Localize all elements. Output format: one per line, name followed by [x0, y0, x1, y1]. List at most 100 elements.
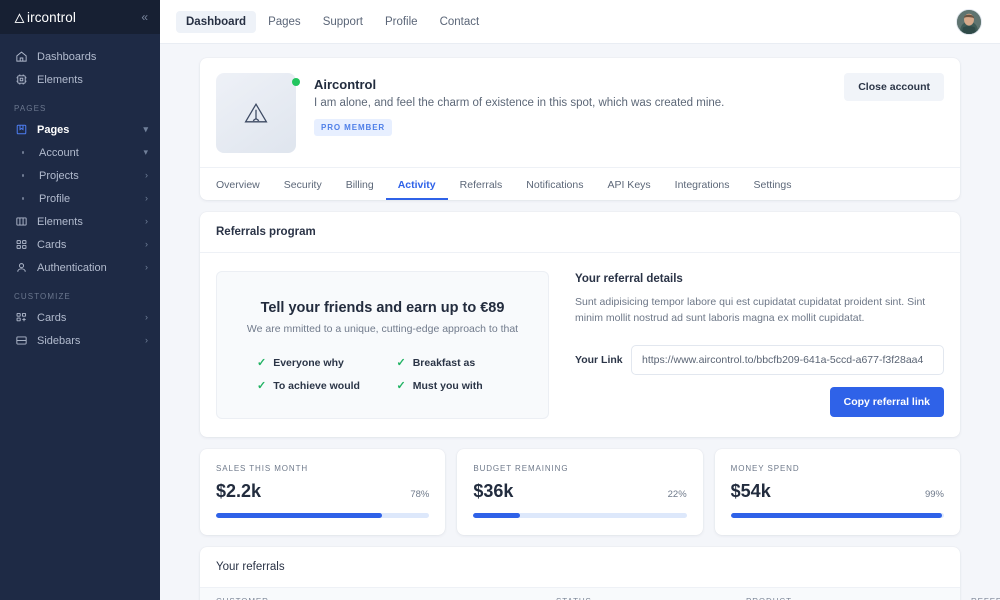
sidebar-item-label: Elements	[37, 216, 83, 228]
list-item: ✓ Breakfast as	[397, 357, 527, 369]
sidebar-item-pages[interactable]: Pages ▾	[0, 118, 160, 141]
stat-label: SALES THIS MONTH	[216, 464, 429, 473]
tab-notifications[interactable]: Notifications	[514, 180, 595, 201]
sidebar-item-label: Sidebars	[37, 335, 80, 347]
sidebar-item-dashboards[interactable]: Dashboards	[0, 45, 160, 68]
tab-dashboard[interactable]: Dashboard	[176, 11, 256, 33]
check-icon: ✓	[397, 381, 406, 392]
sidebar-item-authentication[interactable]: Authentication ›	[0, 256, 160, 279]
progress-fill	[216, 513, 382, 518]
sidebar-icon	[14, 334, 28, 348]
stat-value: $2.2k	[216, 482, 261, 500]
sidebar-item-label: Dashboards	[37, 51, 96, 63]
promo-feature-list: ✓ Everyone why ✓ Breakfast as ✓ To achie…	[239, 357, 526, 392]
your-referrals-card: Your referrals CUSTOMER STATUS PRODUCT R…	[200, 547, 960, 600]
sidebar-item-label: Authentication	[37, 262, 107, 274]
sidebar-nav: Dashboards Elements PAGES	[0, 34, 160, 352]
stat-label: BUDGET REMAINING	[473, 464, 686, 473]
tab-overview[interactable]: Overview	[216, 180, 272, 201]
stat-card-budget-remaining: BUDGET REMAINING $36k 22%	[457, 449, 702, 535]
stat-value: $54k	[731, 482, 771, 500]
brand-logo[interactable]: ircontrol	[14, 10, 76, 25]
tab-activity[interactable]: Activity	[386, 180, 448, 201]
sidebar-item-elements-pages[interactable]: Elements ›	[0, 210, 160, 233]
chevrons-left-icon[interactable]: «	[141, 11, 148, 23]
tab-security[interactable]: Security	[272, 180, 334, 201]
tab-integrations[interactable]: Integrations	[663, 180, 742, 201]
stat-percent: 99%	[925, 489, 944, 500]
chevron-down-icon[interactable]: ▾	[143, 148, 148, 157]
delta-logo-icon	[14, 12, 25, 23]
copy-referral-link-button[interactable]: Copy referral link	[830, 387, 944, 417]
user-icon	[14, 261, 28, 275]
tab-pages[interactable]: Pages	[258, 11, 311, 33]
progress-track	[216, 513, 429, 518]
tab-referrals[interactable]: Referrals	[448, 180, 515, 201]
close-account-button[interactable]: Close account	[844, 73, 944, 101]
promo-subheading: We are mmitted to a unique, cutting-edge…	[239, 323, 526, 335]
profile-header: Aircontrol I am alone, and feel the char…	[200, 58, 960, 167]
brand-name: ircontrol	[27, 10, 76, 25]
dot-icon	[16, 197, 30, 200]
app-root: ircontrol « Dashboards	[0, 0, 1000, 600]
referral-link-input[interactable]	[631, 345, 944, 375]
sidebar-section-pages: PAGES	[0, 91, 160, 118]
chevron-right-icon[interactable]: ›	[145, 217, 148, 226]
chevron-down-icon[interactable]: ▾	[143, 125, 148, 134]
cards-plus-icon	[14, 311, 28, 325]
referral-link-label: Your Link	[575, 354, 631, 366]
chevron-right-icon[interactable]: ›	[145, 313, 148, 322]
sidebar-item-profile[interactable]: Profile ›	[0, 187, 160, 210]
tab-profile[interactable]: Profile	[375, 11, 428, 33]
sidebar-item-account[interactable]: Account ▾	[0, 141, 160, 164]
stat-value-row: $54k 99%	[731, 482, 944, 500]
referral-actions: Copy referral link	[575, 387, 944, 417]
chevron-right-icon[interactable]: ›	[145, 171, 148, 180]
sidebar-item-projects[interactable]: Projects ›	[0, 164, 160, 187]
top-nav-items: Dashboard Pages Support Profile Contact	[176, 11, 489, 33]
referrals-program-body: Tell your friends and earn up to €89 We …	[200, 253, 960, 437]
account-tabs: Overview Security Billing Activity Refer…	[200, 167, 960, 200]
chip-icon	[14, 73, 28, 87]
check-icon: ✓	[397, 358, 406, 369]
list-item: ✓ To achieve would	[257, 380, 387, 392]
sidebar-item-label: Cards	[37, 312, 66, 324]
pro-member-badge: PRO MEMBER	[314, 119, 392, 136]
chevron-right-icon[interactable]: ›	[145, 336, 148, 345]
chevron-right-icon[interactable]: ›	[145, 263, 148, 272]
chevron-right-icon[interactable]: ›	[145, 240, 148, 249]
referral-link-row: Your Link	[575, 345, 944, 375]
stat-value: $36k	[473, 482, 513, 500]
referrals-program-title: Referrals program	[200, 212, 960, 253]
sidebar-item-sidebars[interactable]: Sidebars ›	[0, 329, 160, 352]
tab-billing[interactable]: Billing	[334, 180, 386, 201]
sidebar: ircontrol « Dashboards	[0, 0, 160, 600]
sidebar-item-label: Projects	[39, 170, 79, 182]
stat-value-row: $36k 22%	[473, 482, 686, 500]
stat-card-sales-this-month: SALES THIS MONTH $2.2k 78%	[200, 449, 445, 535]
referrals-program-card: Referrals program Tell your friends and …	[200, 212, 960, 437]
columns-icon	[14, 215, 28, 229]
sidebar-item-label: Pages	[37, 124, 69, 136]
tab-contact[interactable]: Contact	[430, 11, 490, 33]
tab-settings[interactable]: Settings	[742, 180, 804, 201]
sidebar-item-cards-customize[interactable]: Cards ›	[0, 306, 160, 329]
sidebar-section-customize: CUSTOMIZE	[0, 279, 160, 306]
list-item: ✓ Everyone why	[257, 357, 387, 369]
stat-percent: 78%	[410, 489, 429, 500]
sidebar-item-cards[interactable]: Cards ›	[0, 233, 160, 256]
sidebar-item-elements[interactable]: Elements	[0, 68, 160, 91]
cards-icon	[14, 238, 28, 252]
referral-promo-panel: Tell your friends and earn up to €89 We …	[216, 271, 549, 419]
your-referrals-title: Your referrals	[200, 547, 960, 588]
tab-support[interactable]: Support	[313, 11, 373, 33]
profile-meta: Aircontrol I am alone, and feel the char…	[296, 73, 844, 153]
user-avatar[interactable]	[956, 9, 982, 35]
feature-label: Breakfast as	[413, 357, 475, 369]
chevron-right-icon[interactable]: ›	[145, 194, 148, 203]
tab-api-keys[interactable]: API Keys	[595, 180, 662, 201]
status-badge-online	[292, 78, 300, 86]
sidebar-brand-bar: ircontrol «	[0, 0, 160, 34]
feature-label: Must you with	[413, 380, 483, 392]
home-icon	[14, 50, 28, 64]
